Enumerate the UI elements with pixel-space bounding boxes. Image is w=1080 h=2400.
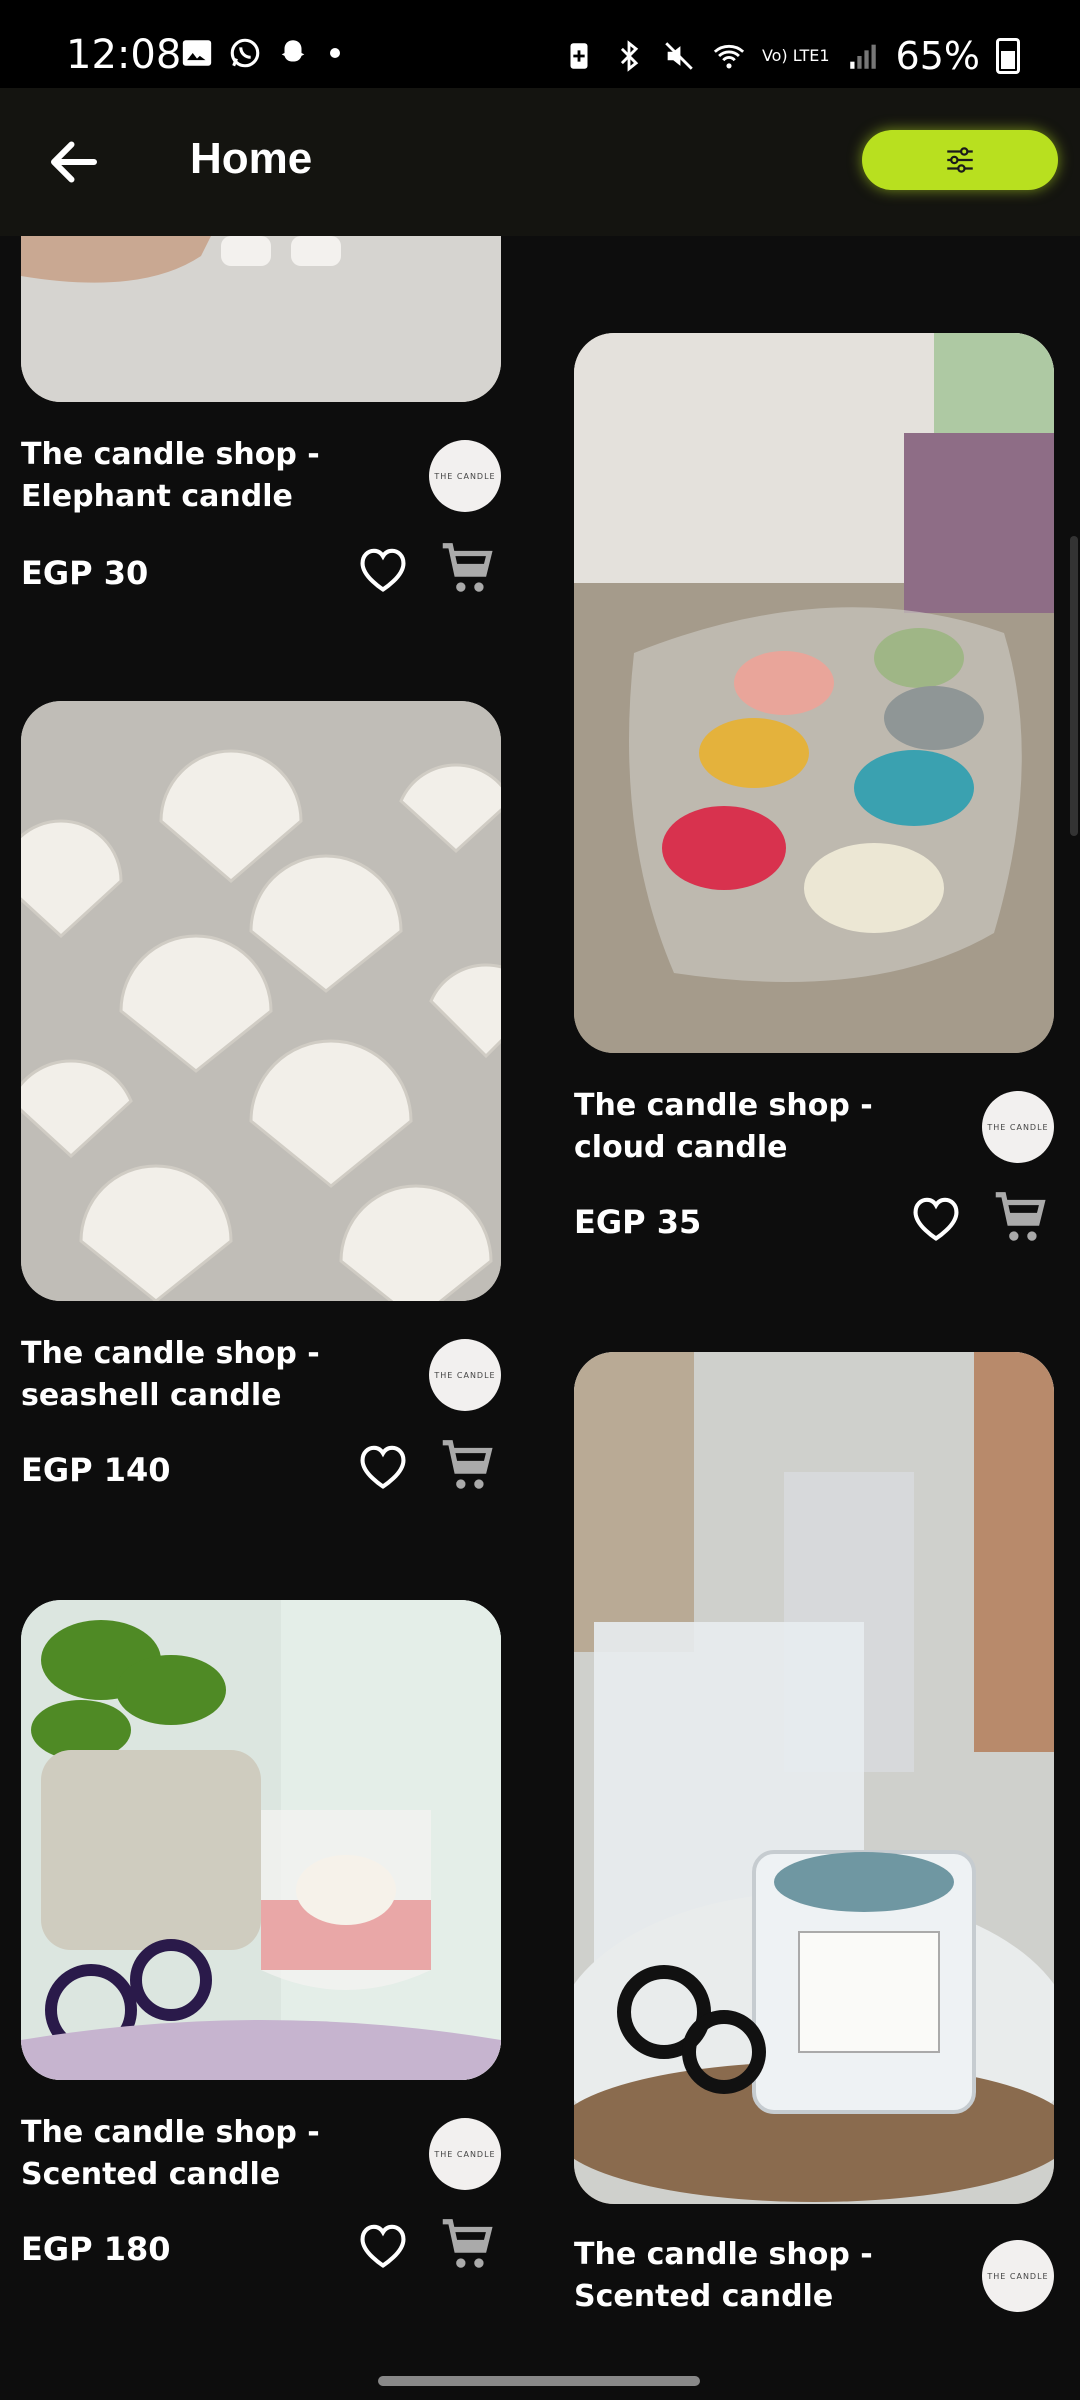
status-bar: 12:08 Vo) LTE1 65%: [0, 0, 1080, 88]
product-card[interactable]: The candle shop - cloud candle THE CANDL…: [574, 333, 1054, 1241]
product-image[interactable]: [21, 701, 501, 1301]
whatsapp-icon: [230, 38, 260, 68]
filter-button[interactable]: [862, 130, 1058, 190]
cart-icon[interactable]: [435, 1435, 497, 1497]
shop-logo-icon[interactable]: THE CANDLE: [982, 1091, 1054, 1163]
shop-logo-icon[interactable]: THE CANDLE: [429, 440, 501, 512]
product-card[interactable]: The candle shop - Scented candle THE CAN…: [574, 1352, 1054, 2400]
arrow-left-icon[interactable]: [44, 132, 104, 192]
cart-icon[interactable]: [435, 538, 497, 600]
signal-icon: [849, 44, 876, 69]
product-price: EGP 30: [21, 554, 149, 592]
product-name[interactable]: The candle shop - Scented candle: [21, 2112, 381, 2196]
battery-percent: 65%: [895, 34, 980, 78]
product-name[interactable]: The candle shop - Elephant candle: [21, 434, 381, 518]
heart-outline-icon[interactable]: [355, 1441, 411, 1491]
system-icons: Vo) LTE1 65%: [562, 34, 1020, 78]
heart-outline-icon[interactable]: [355, 544, 411, 594]
page-title: Home: [190, 134, 313, 183]
product-image[interactable]: [21, 1600, 501, 2080]
sliders-icon: [947, 147, 973, 173]
product-price: EGP 140: [21, 1451, 171, 1489]
product-image[interactable]: [574, 1352, 1054, 2204]
product-card[interactable]: The candle shop - Elephant candle THE CA…: [21, 236, 501, 626]
battery-icon: [996, 38, 1020, 74]
shop-logo-icon[interactable]: THE CANDLE: [429, 1339, 501, 1411]
status-time: 12:08: [66, 32, 182, 78]
bluetooth-icon: [620, 40, 639, 72]
heart-outline-icon[interactable]: [355, 2220, 411, 2270]
network-type: Vo) LTE1: [761, 46, 830, 65]
shop-logo-icon[interactable]: THE CANDLE: [982, 2240, 1054, 2312]
snapchat-icon: [281, 40, 305, 62]
cart-icon[interactable]: [435, 2214, 497, 2276]
wifi-icon: [713, 44, 745, 69]
dot-icon: [330, 48, 340, 58]
battery-saver-icon: [570, 43, 588, 69]
product-name[interactable]: The candle shop - cloud candle: [574, 1085, 934, 1169]
product-name[interactable]: The candle shop - Scented candle: [574, 2234, 934, 2318]
product-price: EGP 35: [574, 1203, 702, 1241]
scrollbar[interactable]: [1070, 536, 1078, 836]
shop-logo-icon[interactable]: THE CANDLE: [429, 2118, 501, 2190]
mute-icon: [665, 42, 693, 70]
cart-icon[interactable]: [988, 1187, 1050, 1249]
product-card[interactable]: The candle shop - seashell candle: [21, 701, 501, 1413]
notification-icons: [180, 36, 340, 70]
product-name[interactable]: The candle shop - seashell candle: [21, 1333, 381, 1417]
app-bar: Home: [0, 88, 1080, 236]
product-image[interactable]: [21, 236, 501, 402]
product-price: EGP 180: [21, 2230, 171, 2268]
gallery-icon: [182, 40, 212, 66]
product-card[interactable]: The candle shop - Scented candle: [21, 1600, 501, 2192]
product-image[interactable]: [574, 333, 1054, 1053]
gesture-bar[interactable]: [378, 2376, 700, 2386]
product-grid: The candle shop - Elephant candle THE CA…: [0, 236, 1080, 2400]
heart-outline-icon[interactable]: [908, 1193, 964, 1243]
